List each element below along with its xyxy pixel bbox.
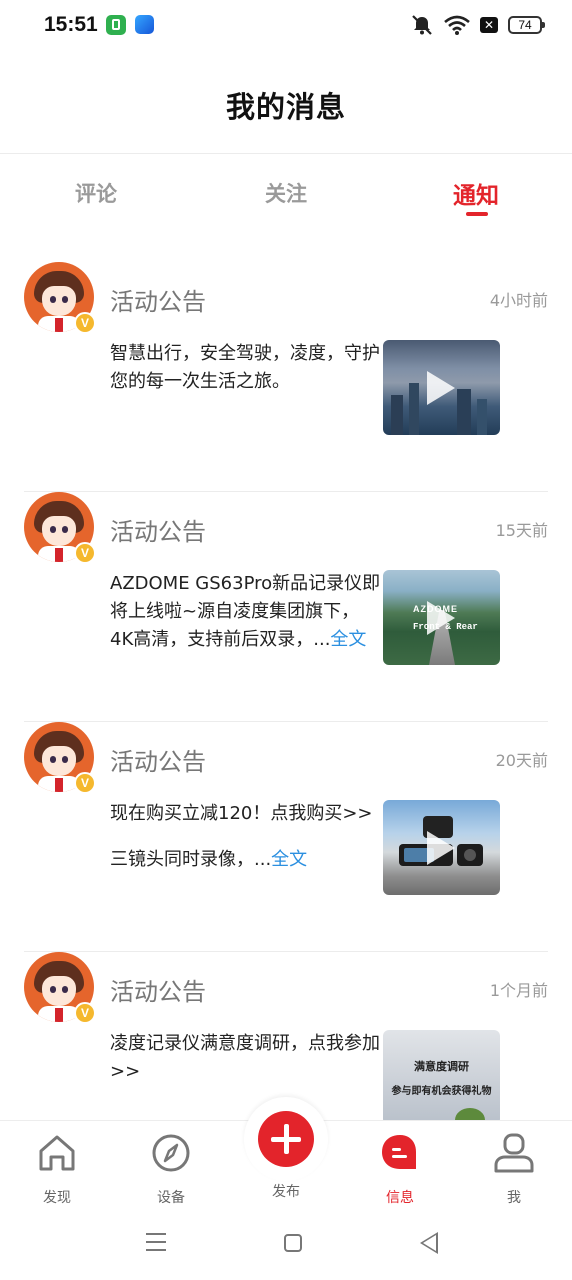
profile-icon	[494, 1133, 534, 1173]
home-icon	[39, 1135, 75, 1171]
message-title: 活动公告	[110, 748, 206, 776]
message-title: 活动公告	[110, 288, 206, 316]
video-thumbnail[interactable]	[383, 340, 500, 435]
recent-apps-icon[interactable]	[146, 1233, 166, 1251]
nav-devices[interactable]: 设备	[131, 1131, 211, 1207]
tab-comments[interactable]: 评论	[46, 178, 146, 208]
nav-discover[interactable]: 发现	[17, 1131, 97, 1207]
survey-thumbnail[interactable]: 满意度调研 参与即有机会获得礼物	[383, 1030, 500, 1125]
nav-label: 信息	[386, 1190, 414, 1206]
nav-label: 发布	[272, 1184, 300, 1200]
nav-label: 发现	[43, 1190, 71, 1206]
message-title: 活动公告	[110, 518, 206, 546]
battery-icon: 74	[508, 16, 545, 34]
nav-me[interactable]: 我	[474, 1131, 554, 1207]
message-body: 智慧出行，安全驾驶，凌度，守护您的每一次生活之旅。	[110, 340, 382, 396]
message-body: 现在购买立减120！点我购买>> 三镜头同时录像，...全文	[110, 800, 382, 874]
read-more-link[interactable]: 全文	[330, 629, 366, 650]
wifi-icon	[444, 15, 470, 35]
message-time: 15天前	[495, 521, 548, 540]
mute-vibrate-icon	[412, 15, 432, 35]
tab-following[interactable]: 关注	[236, 178, 336, 208]
app-green-icon	[106, 15, 126, 35]
message-icon	[382, 1135, 416, 1169]
verified-badge-icon: V	[74, 772, 96, 794]
back-icon[interactable]	[420, 1232, 438, 1254]
verified-badge-icon: V	[74, 542, 96, 564]
list-item[interactable]: V 活动公告 15天前 AZDOME GS63Pro新品记录仪即将上线啦~源自凌…	[24, 492, 548, 722]
active-tab-indicator	[466, 212, 488, 216]
sim-off-icon: ✕	[480, 17, 498, 33]
message-text: 三镜头同时录像，...	[110, 849, 272, 870]
message-time: 4小时前	[489, 291, 548, 310]
message-time: 1个月前	[489, 981, 548, 1000]
message-body: 凌度记录仪满意度调研，点我参加>>	[110, 1030, 382, 1086]
play-icon	[427, 371, 455, 405]
play-icon	[427, 831, 455, 865]
verified-badge-icon: V	[74, 312, 96, 334]
app-blue-icon	[135, 15, 154, 34]
status-time: 15:51	[44, 13, 98, 36]
publish-button[interactable]	[258, 1111, 314, 1167]
bottom-nav: 发现 设备 发布 信息 我	[0, 1097, 572, 1207]
message-text: 现在购买立减120！点我购买>>	[110, 803, 373, 824]
message-body: AZDOME GS63Pro新品记录仪即将上线啦~源自凌度集团旗下，4K高清，支…	[110, 570, 382, 654]
header: 我的消息	[0, 52, 572, 154]
verified-badge-icon: V	[74, 1002, 96, 1024]
list-item[interactable]: V 活动公告 20天前 现在购买立减120！点我购买>> 三镜头同时录像，...…	[24, 722, 548, 952]
tab-notifications[interactable]: 通知	[426, 176, 526, 210]
message-title: 活动公告	[110, 978, 206, 1006]
video-thumbnail[interactable]: AZDOME Front & Rear	[383, 570, 500, 665]
compass-icon	[152, 1134, 190, 1172]
message-text: 凌度记录仪满意度调研，点我参加>>	[110, 1033, 380, 1082]
play-icon	[427, 601, 455, 635]
nav-label: 我	[507, 1190, 521, 1206]
list-item[interactable]: V 活动公告 4小时前 智慧出行，安全驾驶，凌度，守护您的每一次生活之旅。	[24, 262, 548, 492]
thumbnail-subtitle: 参与即有机会获得礼物	[391, 1086, 492, 1097]
page-title: 我的消息	[225, 90, 346, 124]
message-time: 20天前	[495, 751, 548, 770]
read-more-link[interactable]: 全文	[271, 849, 307, 870]
home-button-icon[interactable]	[284, 1234, 302, 1252]
status-bar: 15:51 ✕ 74	[0, 0, 572, 52]
video-thumbnail[interactable]	[383, 800, 500, 895]
system-nav-bar	[0, 1206, 572, 1280]
nav-messages[interactable]: 信息	[360, 1131, 440, 1207]
tab-bar: 评论 关注 通知	[0, 170, 572, 220]
message-text: 智慧出行，安全驾驶，凌度，守护您的每一次生活之旅。	[110, 343, 380, 392]
thumbnail-title: 满意度调研	[414, 1060, 469, 1073]
nav-label: 设备	[157, 1190, 185, 1206]
